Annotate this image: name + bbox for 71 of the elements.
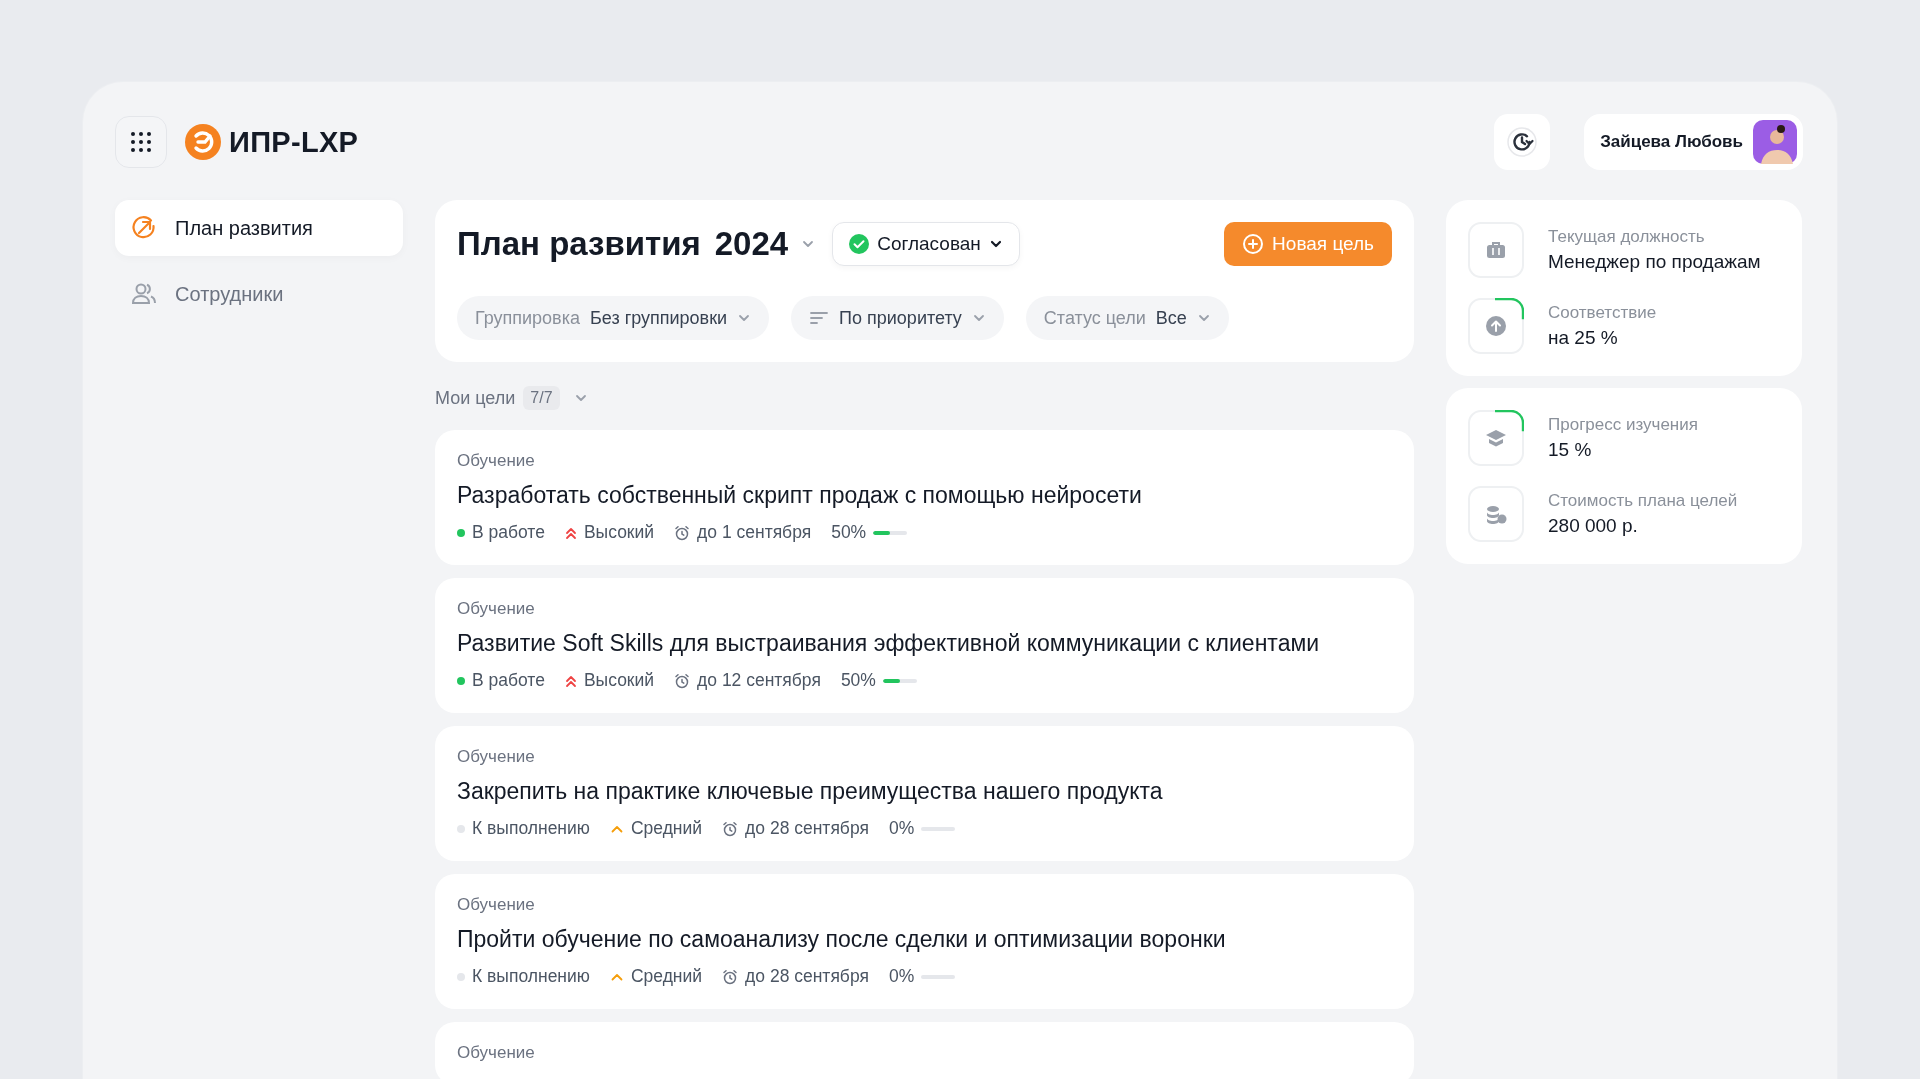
goal-category: Обучение xyxy=(457,895,536,915)
apps-menu-button[interactable] xyxy=(115,116,167,168)
graduation-cap-icon xyxy=(1485,427,1507,449)
goal-priority: Средний xyxy=(630,966,703,987)
alarm-clock-icon xyxy=(722,820,739,837)
goal-status: К выполнению xyxy=(472,966,590,987)
logo-icon xyxy=(185,124,221,160)
info-value: на 25 % xyxy=(1548,327,1619,349)
progress-ring xyxy=(1468,298,1524,354)
goal-status: К выполнению xyxy=(472,818,590,839)
logo-text: ИПР-LXP xyxy=(229,125,359,159)
goal-category: Обучение xyxy=(457,1043,536,1063)
goal-percent: 50% xyxy=(840,670,876,691)
plus-circle-icon xyxy=(1242,233,1265,255)
history-button[interactable] xyxy=(1494,114,1551,170)
arrow-up-circle-icon xyxy=(1485,315,1507,337)
goal-deadline: до 1 сентября xyxy=(697,522,812,543)
briefcase-icon xyxy=(1485,239,1507,261)
sidebar-item[interactable]: План развития xyxy=(115,200,403,256)
goal-priority: Средний xyxy=(630,818,703,839)
goal-category: Обучение xyxy=(457,599,536,619)
info-label: Текущая должность xyxy=(1548,227,1706,247)
grid-dots-icon xyxy=(131,132,151,152)
goal-deadline: до 12 сентября xyxy=(697,670,821,691)
plan-year-dropdown[interactable]: 2024 xyxy=(714,225,789,263)
sidebar-item[interactable]: Сотрудники xyxy=(115,266,403,322)
alarm-clock-icon xyxy=(674,524,691,541)
goal-title[interactable]: Пройти обучение по самоанализу после сделки и оптимизации воронки xyxy=(457,926,1392,953)
goal-deadline: до 28 сентября xyxy=(745,966,869,987)
goal-title[interactable]: Развитие Soft Skills для выстраивания эффективной коммуникации с клиентами xyxy=(457,630,1392,657)
section-title: Мои цели xyxy=(435,387,516,409)
info-value: Менеджер по продажам xyxy=(1548,251,1761,273)
goal-percent: 0% xyxy=(888,966,915,987)
goal-title[interactable]: Закрепить на практике ключевые преимущества нашего продукта xyxy=(457,778,1392,805)
avatar xyxy=(1753,120,1797,164)
goal-percent: 0% xyxy=(888,818,915,839)
arrow-circle-icon xyxy=(131,215,157,241)
user-name: Зайцева Любовь xyxy=(1600,132,1743,152)
user-chip[interactable]: Зайцева Любовь xyxy=(1584,114,1803,170)
icon-frame xyxy=(1468,486,1524,542)
info-label: Стоимость плана целей xyxy=(1548,491,1738,511)
sort-icon xyxy=(809,310,830,326)
goal-title[interactable]: Разработать собственный скрипт продаж с помощью нейросети xyxy=(457,482,1392,509)
goal-deadline: до 28 сентября xyxy=(745,818,869,839)
goal-priority: Высокий xyxy=(583,522,655,543)
info-value: 15 % xyxy=(1548,439,1593,461)
goal-category: Обучение xyxy=(457,747,536,767)
coins-icon xyxy=(1485,503,1507,525)
goal-priority: Высокий xyxy=(583,670,655,691)
alarm-clock-icon xyxy=(722,968,739,985)
status-dropdown[interactable]: Согласован xyxy=(832,222,1020,266)
filter-dropdown[interactable]: Группировка Без группировки xyxy=(457,296,770,340)
icon-frame xyxy=(1468,222,1524,278)
info-label: Соответствие xyxy=(1548,303,1657,323)
info-value: 280 000 р. xyxy=(1548,515,1639,537)
double-chevron-up-icon xyxy=(564,525,577,540)
goal-status: В работе xyxy=(472,522,545,543)
progress-ring xyxy=(1468,410,1524,466)
double-chevron-up-icon xyxy=(564,673,577,688)
alarm-clock-icon xyxy=(674,672,691,689)
check-circle-icon xyxy=(849,234,870,254)
clock-refresh-icon xyxy=(1507,127,1538,157)
people-icon xyxy=(131,281,157,307)
info-label: Прогресс изучения xyxy=(1548,415,1698,435)
goal-category: Обучение xyxy=(457,451,536,471)
count-badge: 7/7 xyxy=(523,386,560,410)
goal-percent: 50% xyxy=(831,522,867,543)
filter-dropdown[interactable]: Статус цели Все xyxy=(1025,296,1229,340)
plan-title: План развития xyxy=(457,225,701,263)
goal-status: В работе xyxy=(472,670,545,691)
filter-dropdown[interactable]: По приоритету xyxy=(791,296,1004,340)
